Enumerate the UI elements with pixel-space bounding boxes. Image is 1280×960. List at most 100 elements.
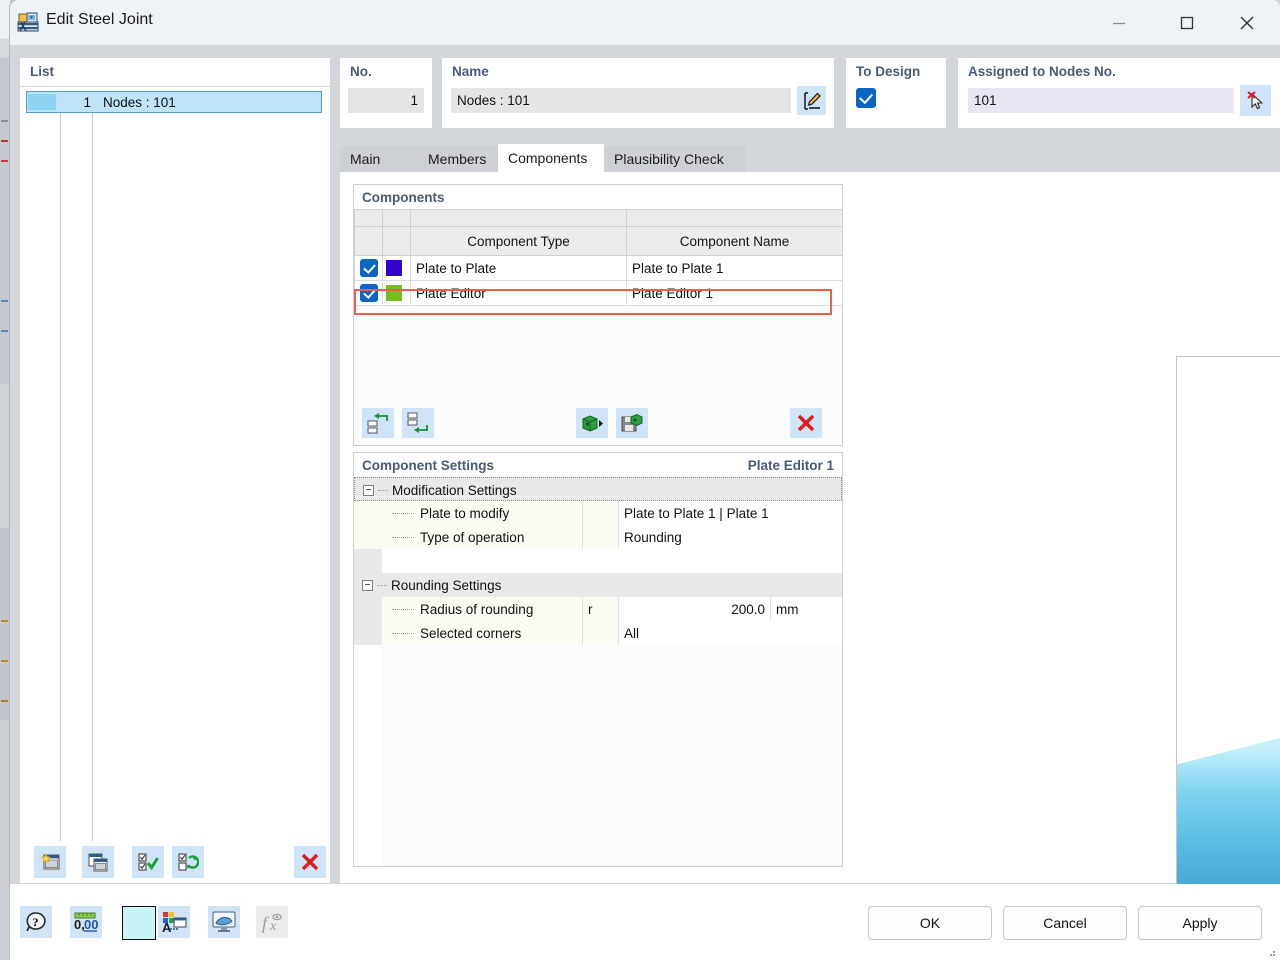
3d-viewport[interactable]: 4 3 2 1 xyxy=(1176,356,1280,960)
settings-group-header[interactable]: − Rounding Settings xyxy=(354,573,842,597)
settings-row-value[interactable]: Rounding xyxy=(618,525,842,549)
assigned-nodes-input[interactable]: 101 xyxy=(968,88,1234,113)
table-row[interactable]: Plate Editor Plate Editor 1 xyxy=(355,281,843,306)
cancel-button-label: Cancel xyxy=(1043,915,1087,931)
background-application-sliver xyxy=(0,0,10,960)
visual-settings-button[interactable] xyxy=(208,906,240,938)
ok-button-label: OK xyxy=(920,915,940,931)
component-settings-title: Component Settings Plate Editor 1 xyxy=(354,453,842,477)
new-joint-button[interactable] xyxy=(34,846,66,878)
tab-components-label: Components xyxy=(508,150,587,166)
settings-row-symbol xyxy=(582,525,618,549)
cancel-button[interactable]: Cancel xyxy=(1003,906,1127,940)
resize-grip[interactable] xyxy=(1266,947,1276,957)
col-component-name-header: Component Name xyxy=(627,227,843,256)
formula-button[interactable]: f x xyxy=(256,906,288,938)
row-color-swatch xyxy=(383,256,411,281)
window-title: Edit Steel Joint xyxy=(46,11,153,29)
help-button[interactable]: ? xyxy=(20,906,52,938)
ok-button[interactable]: OK xyxy=(868,906,992,940)
svg-text:x: x xyxy=(269,919,277,934)
settings-row-label: Type of operation xyxy=(420,530,524,545)
no-label: No. xyxy=(350,64,372,79)
settings-row-value[interactable]: 200.0 xyxy=(618,597,770,621)
name-input[interactable]: Nodes : 101 xyxy=(451,88,791,113)
list-column-separator-1 xyxy=(60,91,61,881)
tab-plausibility-check-label: Plausibility Check xyxy=(614,151,724,167)
components-toolbar xyxy=(354,403,842,445)
components-table-header-row: Component Type Component Name xyxy=(355,227,843,256)
minimize-button[interactable] xyxy=(1096,0,1142,45)
tab-members[interactable]: Members xyxy=(418,146,498,172)
settings-row[interactable]: Plate to modify Plate to Plate 1 | Plate… xyxy=(354,501,842,525)
assigned-nodes-group: Assigned to Nodes No. 101 xyxy=(958,58,1280,128)
tab-strip: Main Members Components Plausibility Che… xyxy=(340,144,1280,172)
col-component-type-header: Component Type xyxy=(411,227,627,256)
move-component-up-button[interactable] xyxy=(362,408,394,438)
collapse-icon[interactable]: − xyxy=(363,485,374,496)
list-column-separator-2 xyxy=(92,91,93,881)
to-design-label: To Design xyxy=(856,64,920,79)
settings-row-label: Plate to modify xyxy=(420,506,509,521)
settings-row[interactable]: Selected corners All xyxy=(354,621,842,645)
row-enabled-checkbox[interactable] xyxy=(355,256,383,281)
components-table: Component Type Component Name Plate to P… xyxy=(354,209,843,306)
delete-component-button[interactable] xyxy=(790,408,822,438)
no-value: 1 xyxy=(348,88,424,113)
svg-text:?: ? xyxy=(33,915,39,929)
row-color-swatch xyxy=(383,281,411,306)
invert-selection-button[interactable] xyxy=(172,846,204,878)
move-component-down-button[interactable] xyxy=(402,408,434,438)
maximize-button[interactable] xyxy=(1164,0,1210,45)
list-item-color-swatch xyxy=(28,94,56,110)
to-design-checkbox[interactable] xyxy=(856,88,876,108)
row-component-name: Plate to Plate 1 xyxy=(627,256,843,281)
import-component-button[interactable] xyxy=(576,408,608,438)
settings-group-label: Modification Settings xyxy=(392,483,517,498)
col-check-header xyxy=(355,227,383,256)
settings-row-value[interactable]: All xyxy=(618,621,842,645)
name-edit-button[interactable] xyxy=(797,86,826,115)
list-toolbar xyxy=(20,841,330,883)
delete-joint-button[interactable] xyxy=(294,846,326,878)
assigned-nodes-pick-button[interactable] xyxy=(1240,85,1271,116)
number-format-button[interactable]: 0, 00 xyxy=(70,906,102,938)
component-settings-title-text: Component Settings xyxy=(362,458,494,473)
list-header-separator xyxy=(20,86,330,87)
components-tab-panel: Components Component Typ xyxy=(340,172,1280,883)
dialog-footer: ? 0, 00 A xyxy=(10,884,1280,960)
settings-group-label: Rounding Settings xyxy=(391,578,501,593)
tab-components[interactable]: Components xyxy=(498,144,604,172)
color-swatch-button[interactable] xyxy=(122,906,156,940)
settings-row[interactable]: Type of operation Rounding xyxy=(354,525,842,549)
settings-group-header[interactable]: − Modification Settings xyxy=(354,477,842,501)
name-field-group: Name Nodes : 101 xyxy=(442,58,834,128)
select-all-button[interactable] xyxy=(132,846,164,878)
list-item[interactable]: 1 Nodes : 101 xyxy=(26,91,322,113)
display-properties-button[interactable]: A xyxy=(158,906,190,938)
row-enabled-checkbox[interactable] xyxy=(355,281,383,306)
components-table-subheader-row xyxy=(355,210,843,227)
apply-button[interactable]: Apply xyxy=(1138,906,1262,940)
row-component-name: Plate Editor 1 xyxy=(627,281,843,306)
components-box-title-text: Components xyxy=(362,190,445,205)
svg-text:f: f xyxy=(262,913,270,933)
title-bar: Edit Steel Joint xyxy=(10,0,1280,45)
edit-steel-joint-dialog: Edit Steel Joint List 1 Nodes : 101 xyxy=(10,0,1280,960)
close-button[interactable] xyxy=(1224,0,1270,45)
settings-spacer-row xyxy=(354,549,842,573)
settings-row-unit[interactable]: mm xyxy=(770,597,842,621)
settings-tree: − Modification Settings Plate to modify … xyxy=(354,477,842,866)
settings-row[interactable]: Radius of rounding r 200.0 mm xyxy=(354,597,842,621)
save-component-button[interactable] xyxy=(616,408,648,438)
collapse-icon[interactable]: − xyxy=(362,580,373,591)
steel-joint-icon xyxy=(16,10,40,34)
pick-deselect-cursor-icon xyxy=(1244,89,1268,113)
tab-plausibility-check[interactable]: Plausibility Check xyxy=(604,146,746,172)
tab-main[interactable]: Main xyxy=(340,146,418,172)
copy-joint-button[interactable] xyxy=(82,846,114,878)
table-row[interactable]: Plate to Plate Plate to Plate 1 xyxy=(355,256,843,281)
list-item-label: Nodes : 101 xyxy=(96,95,176,110)
settings-row-value[interactable]: Plate to Plate 1 | Plate 1 xyxy=(618,501,842,525)
component-settings-subtitle: Plate Editor 1 xyxy=(748,458,834,473)
